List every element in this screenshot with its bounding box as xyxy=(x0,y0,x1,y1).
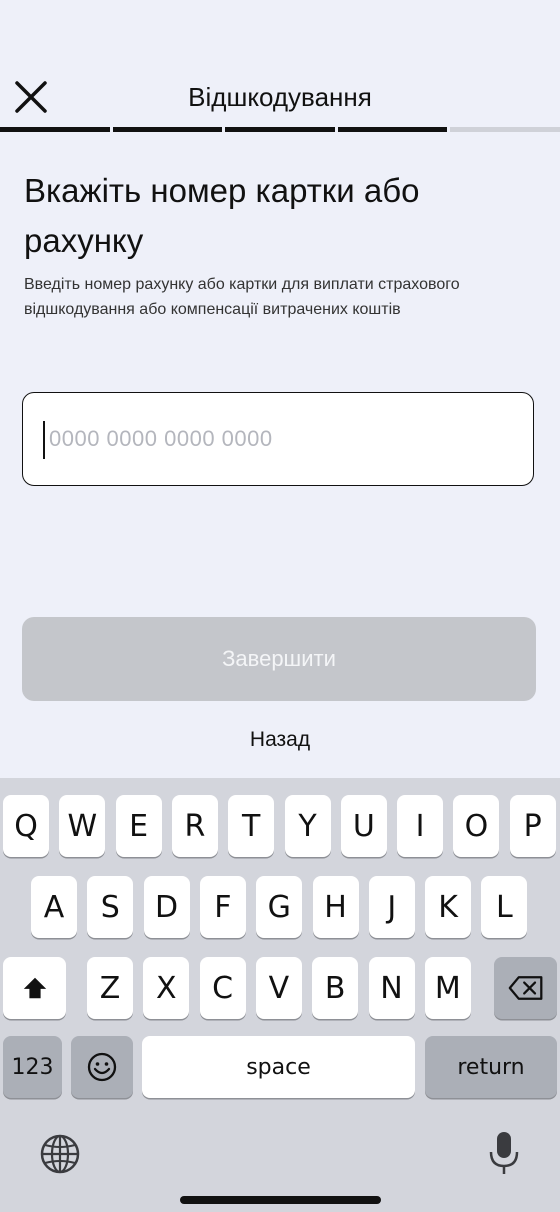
step-description: Введіть номер рахунку або картки для вип… xyxy=(24,276,460,318)
shift-icon xyxy=(23,977,46,999)
emoji-icon xyxy=(87,1052,117,1082)
key-l[interactable]: L xyxy=(481,876,528,938)
key-b[interactable]: B xyxy=(312,957,359,1019)
text-caret xyxy=(43,421,45,459)
key-g[interactable]: G xyxy=(256,876,303,938)
key-y[interactable]: Y xyxy=(284,795,331,857)
backspace-icon xyxy=(508,976,542,1000)
key-i[interactable]: I xyxy=(397,795,444,857)
key-p[interactable]: P xyxy=(509,795,556,857)
microphone-icon[interactable] xyxy=(486,1130,522,1178)
key-q[interactable]: Q xyxy=(3,795,49,857)
key-e[interactable]: E xyxy=(115,795,162,857)
key-w[interactable]: W xyxy=(59,795,106,857)
delete-key[interactable] xyxy=(494,957,557,1019)
key-k[interactable]: K xyxy=(425,876,472,938)
step-heading: Вкажіть номер картки або рахунку xyxy=(24,172,420,259)
key-d[interactable]: D xyxy=(143,876,190,938)
progress-segment-3 xyxy=(225,127,335,132)
key-c[interactable]: C xyxy=(199,957,246,1019)
key-a[interactable]: A xyxy=(31,876,77,938)
header: Відшкодування xyxy=(0,0,560,133)
globe-icon[interactable] xyxy=(38,1132,82,1176)
key-r[interactable]: R xyxy=(171,795,218,857)
key-u[interactable]: U xyxy=(340,795,387,857)
numbers-key[interactable]: 123 xyxy=(3,1036,62,1098)
key-o[interactable]: O xyxy=(453,795,500,857)
home-indicator[interactable] xyxy=(180,1196,381,1204)
key-n[interactable]: N xyxy=(368,957,415,1019)
step-progress-bar xyxy=(0,127,560,133)
return-key[interactable]: return xyxy=(425,1036,557,1098)
card-number-input[interactable]: 0000 0000 0000 0000 xyxy=(22,392,534,486)
progress-segment-1 xyxy=(0,127,110,132)
progress-segment-5 xyxy=(450,127,560,132)
key-x[interactable]: X xyxy=(143,957,190,1019)
progress-segment-2 xyxy=(112,127,223,132)
key-m[interactable]: M xyxy=(424,957,471,1019)
key-v[interactable]: V xyxy=(255,957,302,1019)
key-t[interactable]: T xyxy=(228,795,275,857)
card-number-placeholder: 0000 0000 0000 0000 xyxy=(49,426,273,451)
key-j[interactable]: J xyxy=(368,876,415,938)
shift-key[interactable] xyxy=(3,957,66,1019)
finish-button[interactable]: Завершити xyxy=(22,617,536,701)
key-h[interactable]: H xyxy=(312,876,359,938)
key-f[interactable]: F xyxy=(199,876,246,938)
back-link[interactable]: Назад xyxy=(0,728,560,752)
emoji-key[interactable] xyxy=(71,1036,133,1098)
space-key[interactable]: space xyxy=(142,1036,415,1098)
page-title: Відшкодування xyxy=(188,82,372,112)
key-s[interactable]: S xyxy=(87,876,134,938)
key-z[interactable]: Z xyxy=(87,957,133,1019)
progress-segment-4 xyxy=(337,127,448,132)
